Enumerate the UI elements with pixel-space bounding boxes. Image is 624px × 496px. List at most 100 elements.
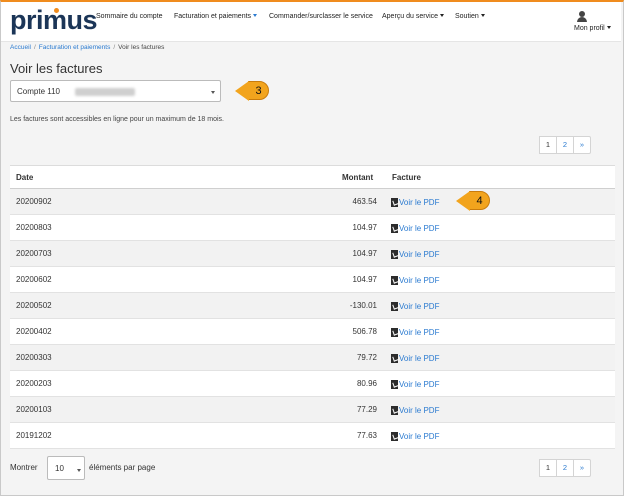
view-pdf-link[interactable]: Voir le PDF [391,274,439,286]
account-select-value: Compte 110 [17,87,60,96]
redacted-account-number [75,88,135,96]
nav-item-apercu[interactable]: Aperçu du service [382,13,445,20]
nav-item-soutien[interactable]: Soutien [455,13,485,20]
table-row: 20200902 463.54 Voir le PDF [10,189,615,215]
profile-menu[interactable]: Mon profil [573,11,617,35]
row-date: 20200303 [16,353,52,362]
view-pdf-label: Voir le PDF [399,301,440,311]
view-pdf-link[interactable]: Voir le PDF [391,222,439,234]
view-pdf-link[interactable]: Voir le PDF [391,248,439,260]
view-pdf-label: Voir le PDF [399,249,440,259]
nav-item-facturation[interactable]: Facturation et paiements [174,13,258,20]
pagination-next[interactable]: » [573,136,591,154]
row-date: 20200902 [16,197,52,206]
chevron-down-icon [606,26,611,29]
row-amount: 104.97 [352,249,377,258]
chevron-down-icon [480,14,485,17]
table-body: 20200902 463.54 Voir le PDF 20200803 104.97 V… [10,189,615,449]
view-pdf-link[interactable]: Voir le PDF [391,352,439,364]
breadcrumb-home[interactable]: Accueil [10,44,31,51]
show-label: Montrer [10,463,38,472]
row-amount: 506.78 [352,327,377,336]
row-amount: 104.97 [352,223,377,232]
pdf-icon [391,223,398,233]
breadcrumb: Accueil / Facturation et paiements / Voir le… [10,44,165,51]
pagination-page-1[interactable]: 1 [539,136,557,154]
row-amount: -130.01 [349,301,377,310]
row-date: 20200203 [16,379,52,388]
view-pdf-label: Voir le PDF [399,353,440,363]
pagination-page-1[interactable]: 1 [539,459,557,477]
pdf-icon [391,275,398,285]
items-per-page-label: éléments par page [89,463,156,472]
pagination-top: « 1 2 » [539,136,591,154]
row-date: 20200602 [16,275,52,284]
chevron-down-icon [211,91,215,94]
row-amount: 104.97 [352,275,377,284]
logo-dot-icon [54,8,59,13]
pdf-icon [391,327,398,337]
nav-item-commander[interactable]: Commander/surclasser le service [269,13,373,20]
pdf-icon [391,301,398,311]
chevron-down-icon [440,14,445,17]
pdf-icon [391,379,398,389]
view-pdf-label: Voir le PDF [399,405,440,415]
view-pdf-link[interactable]: Voir le PDF [391,300,439,312]
table-row: 20200402 506.78 Voir le PDF [10,319,615,345]
view-pdf-label: Voir le PDF [399,223,440,233]
profile-label: Mon profil [574,25,611,32]
view-pdf-label: Voir le PDF [399,327,440,337]
callout-4: 4 [456,191,490,211]
primus-logo[interactable]: primus [10,5,98,36]
pagination-next[interactable]: » [573,459,591,477]
pagination-page-2[interactable]: 2 [556,136,574,154]
top-header: primus Sommaire du compte Facturation et… [1,2,621,42]
breadcrumb-billing[interactable]: Facturation et paiements [39,44,111,51]
pdf-icon [391,197,398,207]
col-header-amount: Montant [342,173,374,182]
table-row: 20200803 104.97 Voir le PDF [10,215,615,241]
pdf-icon [391,249,398,259]
page-title: Voir les factures [10,61,103,76]
breadcrumb-current: Voir les factures [118,44,165,51]
pdf-icon [391,353,398,363]
info-text: Les factures sont accessibles en ligne p… [10,116,224,123]
pagination-page-2[interactable]: 2 [556,459,574,477]
view-pdf-link[interactable]: Voir le PDF [391,378,439,390]
view-pdf-label: Voir le PDF [399,379,440,389]
view-pdf-link[interactable]: Voir le PDF [391,196,439,208]
row-amount: 463.54 [352,197,377,206]
row-date: 20200103 [16,405,52,414]
table-row: 20200703 104.97 Voir le PDF [10,241,615,267]
invoices-table: Date Montant Facture 20200902 463.54 Voir … [10,165,615,449]
per-page-value: 10 [55,464,64,473]
table-row: 20200602 104.97 Voir le PDF [10,267,615,293]
account-select[interactable]: Compte 110 [10,80,221,102]
view-pdf-label: Voir le PDF [399,431,440,441]
nav-item-sommaire[interactable]: Sommaire du compte [96,13,163,20]
row-date: 20200402 [16,327,52,336]
view-pdf-label: Voir le PDF [399,197,440,207]
table-row: 20200303 79.72 Voir le PDF [10,345,615,371]
table-header: Date Montant Facture [10,165,615,189]
col-header-invoice: Facture [392,173,421,182]
per-page-select[interactable]: 10 [47,456,85,480]
table-row: 20200203 80.96 Voir le PDF [10,371,615,397]
row-date: 20200803 [16,223,52,232]
callout-3: 3 [235,81,269,101]
row-amount: 77.29 [356,405,377,414]
pagination-bottom: « 1 2 » [539,459,591,477]
row-date: 20200703 [16,249,52,258]
row-amount: 77.63 [356,431,377,440]
view-pdf-link[interactable]: Voir le PDF [391,430,439,442]
col-header-date: Date [16,173,34,182]
view-pdf-link[interactable]: Voir le PDF [391,326,439,338]
row-date: 20191202 [16,431,52,440]
row-date: 20200502 [16,301,52,310]
row-amount: 79.72 [356,353,377,362]
table-row: 20200502 -130.01 Voir le PDF [10,293,615,319]
user-icon [577,11,587,23]
view-pdf-label: Voir le PDF [399,275,440,285]
view-pdf-link[interactable]: Voir le PDF [391,404,439,416]
chevron-down-icon [253,14,258,17]
